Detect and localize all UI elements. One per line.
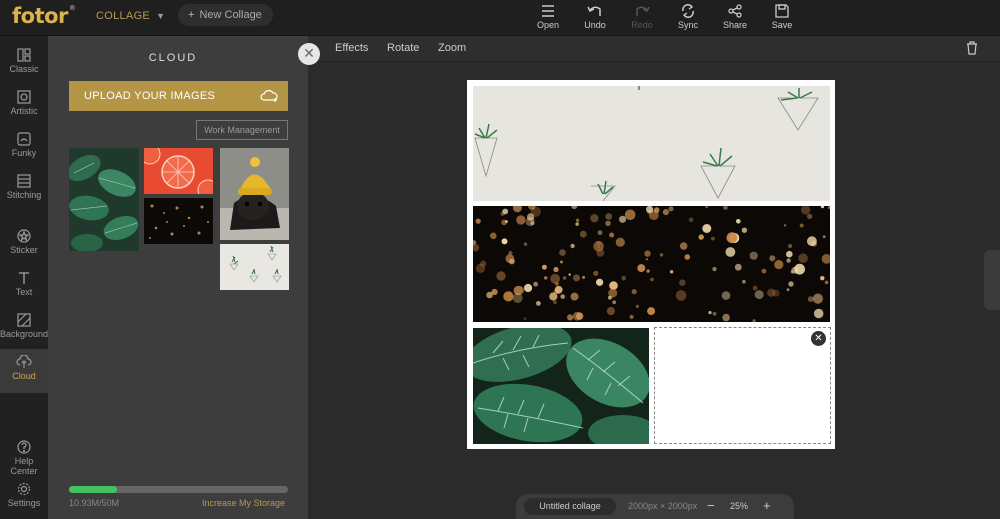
background-icon xyxy=(17,313,31,327)
green-leaves-thumb[interactable] xyxy=(69,148,139,251)
remove-cell-button[interactable]: ✕ xyxy=(811,331,826,346)
canvas-dimensions: 2000px × 2000px xyxy=(628,501,698,511)
save-icon xyxy=(775,4,789,18)
share-icon xyxy=(728,4,742,18)
grapefruit-thumb[interactable] xyxy=(144,148,213,194)
trash-icon[interactable] xyxy=(966,41,978,55)
work-management-button[interactable]: Work Management xyxy=(196,120,288,140)
storage-progress-fill xyxy=(69,486,117,493)
menu-icon xyxy=(542,5,554,17)
upload-images-button[interactable]: UPLOAD YOUR IMAGES xyxy=(69,81,288,111)
help-icon xyxy=(17,440,31,454)
redo-icon xyxy=(636,6,650,16)
grid-icon xyxy=(17,48,31,62)
bokeh-thumb[interactable] xyxy=(144,198,213,244)
sidebar-item-classic[interactable]: Classic xyxy=(0,42,48,84)
chevron-down-icon: ▼ xyxy=(156,11,166,21)
new-collage-button[interactable]: + New Collage xyxy=(178,4,273,26)
storage-used-label: 10.93M/50M xyxy=(69,498,120,508)
save-button[interactable]: Save xyxy=(762,4,802,30)
left-nav: Classic Artistic Funky Stitching Sticker… xyxy=(0,36,48,519)
empty-collage-cell[interactable] xyxy=(654,327,831,444)
settings-icon xyxy=(17,482,31,496)
cloud-panel: CLOUD UPLOAD YOUR IMAGES Work Management xyxy=(48,36,308,519)
storage-progress-bar xyxy=(69,486,288,493)
artistic-icon xyxy=(17,90,31,104)
sync-button[interactable]: Sync xyxy=(668,4,708,30)
sidebar-item-cloud[interactable]: Cloud xyxy=(0,349,48,393)
undo-button[interactable]: Undo xyxy=(575,4,615,30)
stitching-icon xyxy=(17,174,31,188)
right-panel-handle[interactable] xyxy=(984,250,1000,310)
collage-cell-bokeh[interactable] xyxy=(473,206,830,322)
rotate-button[interactable]: Rotate xyxy=(387,42,419,54)
sidebar-item-settings[interactable]: Settings xyxy=(0,476,48,518)
sidebar-item-funky[interactable]: Funky xyxy=(0,126,48,168)
open-button[interactable]: Open xyxy=(528,4,568,30)
sidebar-item-text[interactable]: Text xyxy=(0,265,48,307)
edit-toolbar: Effects Rotate Zoom xyxy=(308,36,1000,62)
text-icon xyxy=(19,272,29,284)
plus-icon: + xyxy=(188,9,195,21)
sticker-icon xyxy=(17,229,31,243)
effects-button[interactable]: Effects xyxy=(335,42,368,54)
fotor-logo[interactable]: fotor® xyxy=(12,4,76,28)
cloud-upload-icon xyxy=(260,90,278,102)
zoom-in-button[interactable]: + xyxy=(763,498,771,513)
zoom-level: 25% xyxy=(730,501,749,511)
redo-button[interactable]: Redo xyxy=(622,4,662,30)
cloud-icon xyxy=(16,355,32,368)
zoom-out-button[interactable]: − xyxy=(707,498,715,513)
sidebar-item-artistic[interactable]: Artistic xyxy=(0,84,48,126)
sidebar-item-background[interactable]: Background xyxy=(0,307,48,349)
mode-dropdown[interactable]: COLLAGE ▼ xyxy=(96,10,165,22)
air-plants-thumb[interactable] xyxy=(220,244,289,290)
panel-title: CLOUD xyxy=(148,52,198,64)
top-bar: fotor® COLLAGE ▼ + New Collage Open Undo R… xyxy=(0,0,1000,36)
close-panel-button[interactable]: ✕ xyxy=(298,43,320,65)
undo-icon xyxy=(587,6,601,16)
increase-storage-link[interactable]: Increase My Storage xyxy=(202,498,285,508)
sidebar-item-sticker[interactable]: Sticker xyxy=(0,223,48,265)
pug-thumb[interactable] xyxy=(220,148,289,240)
share-button[interactable]: Share xyxy=(715,4,755,30)
zoom-button[interactable]: Zoom xyxy=(438,42,466,54)
bottom-bar: Untitled collage 2000px × 2000px − 25% + xyxy=(516,494,794,519)
sidebar-item-help-center[interactable]: Help Center xyxy=(0,434,48,476)
collage-cell-leaves[interactable] xyxy=(473,328,649,444)
project-name-field[interactable]: Untitled collage xyxy=(524,498,616,515)
collage-cell-air-plants[interactable] xyxy=(473,86,830,201)
sidebar-item-stitching[interactable]: Stitching xyxy=(0,168,48,210)
sync-icon xyxy=(682,4,694,18)
funky-icon xyxy=(17,132,31,146)
